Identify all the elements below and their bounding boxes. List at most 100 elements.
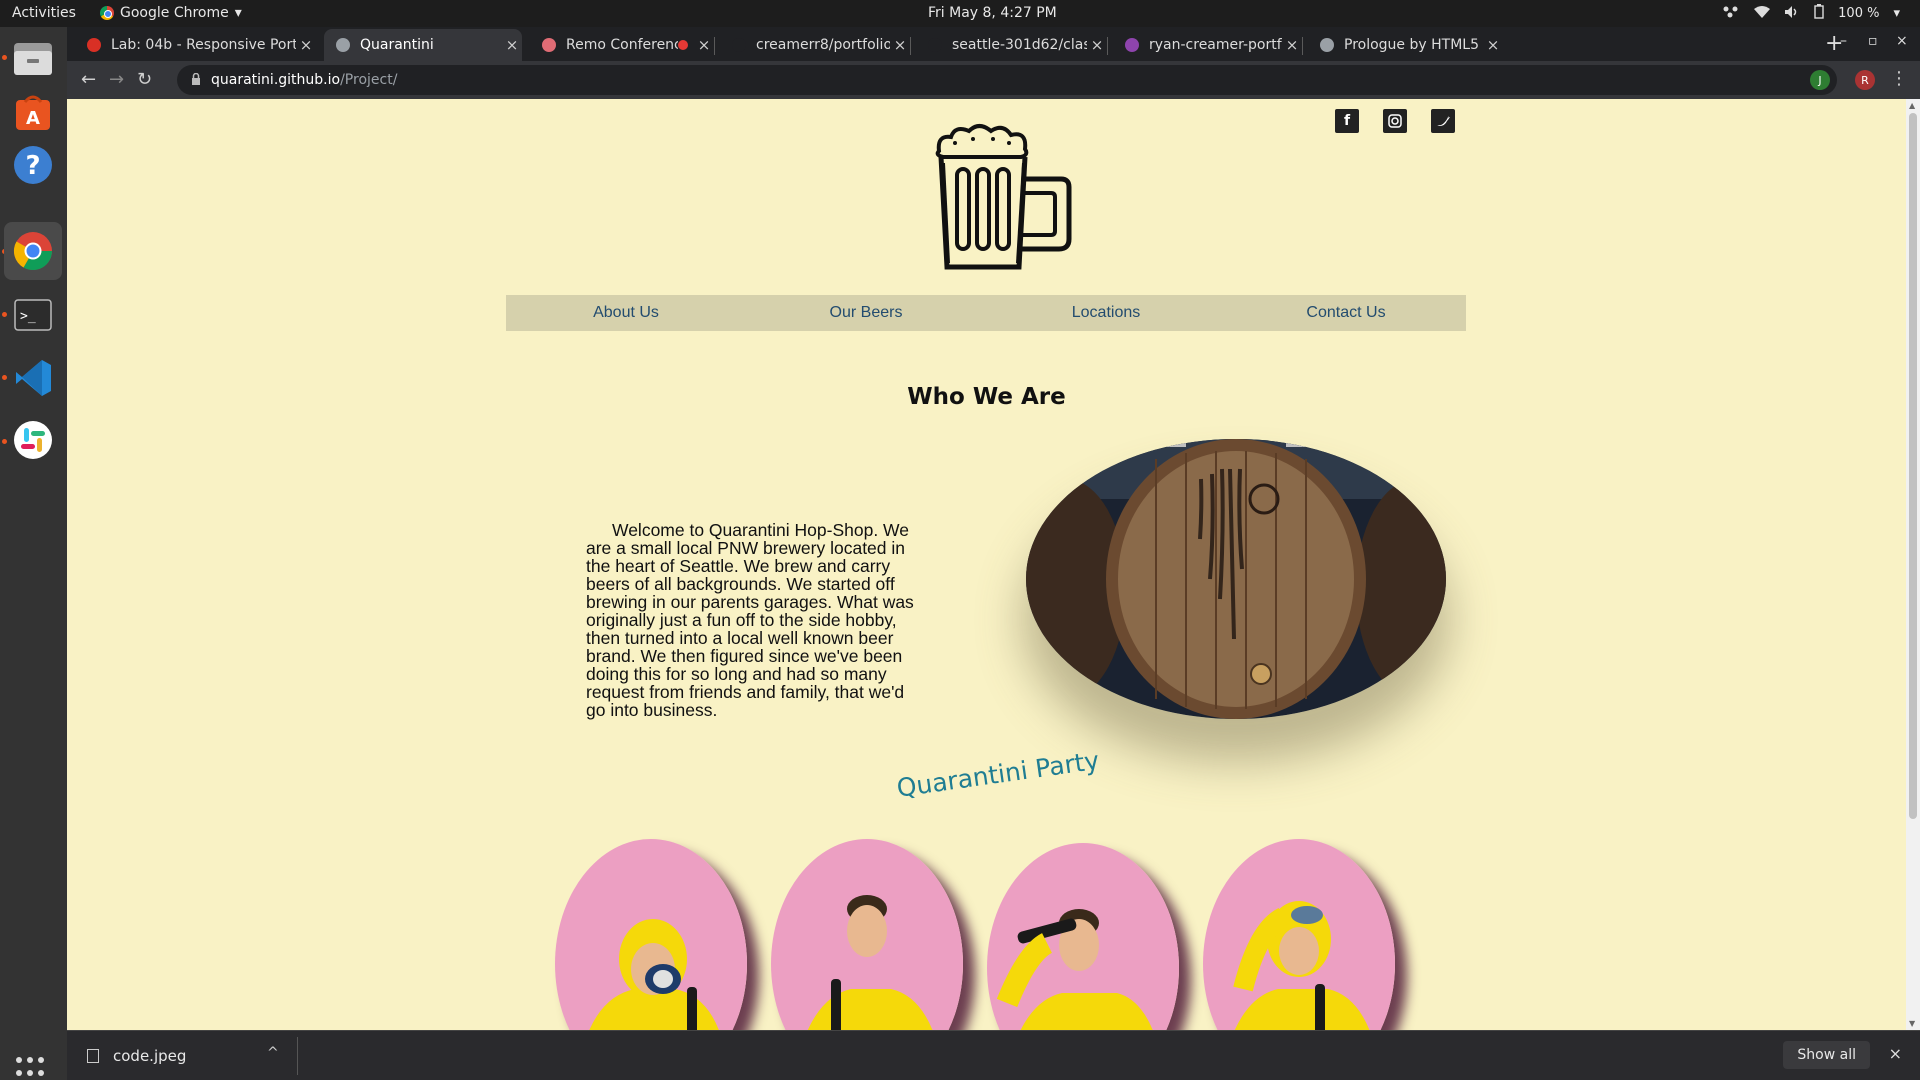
address-bar[interactable]: quaratini.github.io/Project/ ☆ (177, 65, 1837, 95)
maximize-button[interactable]: ▫ (1868, 33, 1878, 49)
chevron-down-icon: ▾ (234, 5, 242, 21)
tab-favicon-icon (732, 38, 746, 52)
show-applications-icon[interactable] (16, 1057, 50, 1080)
power-menu-icon: ▾ (1893, 6, 1900, 21)
tab-favicon-icon (87, 38, 101, 52)
tab[interactable]: Lab: 04b - Responsive Portfolio× (75, 29, 316, 61)
tab-close-button[interactable]: × (694, 36, 714, 54)
lock-icon (191, 72, 201, 88)
running-indicator (2, 55, 7, 60)
svg-text:A: A (26, 108, 40, 129)
tab[interactable]: Remo Conference × (530, 29, 714, 61)
chevron-up-icon[interactable]: ^ (267, 1045, 279, 1061)
app-menu[interactable]: Google Chrome ▾ (100, 5, 242, 21)
vscode-icon[interactable] (10, 355, 56, 401)
party-photo-1 (555, 839, 747, 1030)
party-heading: Quarantini Party (894, 745, 1101, 803)
tab[interactable]: ryan-creamer-portfolio · GitHub× (1113, 29, 1302, 61)
slack-icon[interactable] (10, 417, 56, 463)
nav-about-us[interactable]: About Us (506, 295, 746, 331)
close-window-button[interactable]: × (1896, 33, 1908, 49)
dock: A ? >_ (0, 27, 67, 1080)
forward-button[interactable]: → (109, 69, 124, 90)
profile-avatar[interactable]: R (1855, 70, 1875, 90)
tab-title: Quarantini (360, 37, 434, 53)
tab[interactable]: seattle-301d62/class-05/lab× (916, 29, 1107, 61)
reload-button[interactable]: ↻ (137, 69, 152, 90)
twitter-icon[interactable] (1431, 109, 1455, 133)
tab-favicon-icon (336, 38, 350, 52)
page-scrollbar[interactable]: ▲ ▼ (1906, 99, 1920, 1030)
browser-toolbar: ← → ↻ quaratini.github.io/Project/ ☆ J R… (67, 61, 1920, 99)
nav-contact-us[interactable]: Contact Us (1226, 295, 1466, 331)
tab-favicon-icon (1320, 38, 1334, 52)
svg-text:>_: >_ (20, 309, 36, 324)
extension-badge-icon[interactable]: J (1810, 70, 1830, 90)
tab-close-button[interactable]: × (1483, 36, 1503, 54)
party-photo-2 (771, 839, 963, 1030)
terminal-icon[interactable]: >_ (10, 292, 56, 338)
tab-close-button[interactable]: × (1282, 36, 1302, 54)
recording-indicator-icon (678, 40, 688, 50)
running-indicator (2, 375, 7, 380)
running-indicator (2, 312, 7, 317)
back-button[interactable]: ← (81, 69, 96, 90)
url-host: quaratini.github.io (211, 72, 341, 88)
facebook-icon[interactable]: f (1335, 109, 1359, 133)
close-downloads-button[interactable]: × (1889, 1044, 1902, 1063)
tab-active[interactable]: Quarantini × (324, 29, 522, 61)
url-path: /Project/ (340, 72, 398, 88)
tab-strip: Lab: 04b - Responsive Portfolio×Quaranti… (67, 27, 1920, 61)
minimize-button[interactable]: – (1840, 33, 1847, 49)
party-photo-4 (1203, 839, 1395, 1030)
scroll-up-icon[interactable]: ▲ (1909, 101, 1915, 110)
tab[interactable]: creamerr8/portfolio-server× (720, 29, 910, 61)
tab-close-button[interactable]: × (502, 36, 522, 54)
scroll-down-icon[interactable]: ▼ (1909, 1019, 1915, 1028)
tab-separator (910, 37, 911, 55)
clock[interactable]: Fri May 8, 4:27 PM (928, 5, 1057, 21)
activities-button[interactable]: Activities (12, 5, 76, 21)
tab-close-button[interactable]: × (890, 36, 910, 54)
nav-locations[interactable]: Locations (986, 295, 1226, 331)
download-filename: code.jpeg (113, 1047, 187, 1065)
intro-paragraph: Welcome to Quarantini Hop-Shop. We are a… (586, 520, 914, 720)
barrel-image (1026, 439, 1446, 719)
tab-title: ryan-creamer-portfolio · GitHub (1149, 37, 1282, 53)
tab-close-button[interactable]: × (296, 36, 316, 54)
tab-favicon-icon (928, 38, 942, 52)
tab-title: Remo Conference (566, 37, 678, 53)
wifi-icon (1754, 5, 1771, 23)
divider (297, 1037, 298, 1075)
tab-favicon-icon (542, 38, 556, 52)
tab-title: seattle-301d62/class-05/lab (952, 37, 1087, 53)
tab-favicon-icon (1125, 38, 1139, 52)
scrollbar-thumb[interactable] (1909, 113, 1917, 819)
beer-mug-logo (935, 124, 1072, 270)
download-item[interactable]: code.jpeg (87, 1047, 186, 1065)
volume-icon (1784, 5, 1800, 23)
help-icon[interactable]: ? (10, 142, 56, 188)
nav-our-beers[interactable]: Our Beers (746, 295, 986, 331)
battery-percent: 100 % (1838, 6, 1880, 21)
party-photo-3 (987, 843, 1179, 1030)
tab-title: Prologue by HTML5 UP (1344, 37, 1483, 53)
system-top-bar: Activities Google Chrome ▾ Fri May 8, 4:… (0, 0, 1920, 27)
tab-close-button[interactable]: × (1087, 36, 1107, 54)
tab[interactable]: Prologue by HTML5 UP× (1308, 29, 1503, 61)
page-viewport: f About Us Our Beers Locations Contact U… (67, 99, 1906, 1030)
chrome-menu-icon[interactable]: ⋮ (1890, 68, 1908, 89)
tab-separator (714, 37, 715, 55)
files-icon[interactable] (10, 35, 56, 81)
section-heading: Who We Are (907, 384, 1066, 410)
chrome-icon[interactable] (4, 222, 62, 280)
show-all-button[interactable]: Show all (1783, 1041, 1870, 1069)
main-nav: About Us Our Beers Locations Contact Us (506, 295, 1466, 331)
instagram-icon[interactable] (1383, 109, 1407, 133)
software-center-icon[interactable]: A (10, 90, 56, 136)
chrome-icon (100, 6, 114, 20)
running-indicator (2, 439, 7, 444)
system-tray[interactable]: 100 % ▾ (1722, 4, 1900, 23)
downloads-bar: code.jpeg ^ Show all × (67, 1030, 1920, 1080)
svg-text:?: ? (25, 151, 40, 181)
